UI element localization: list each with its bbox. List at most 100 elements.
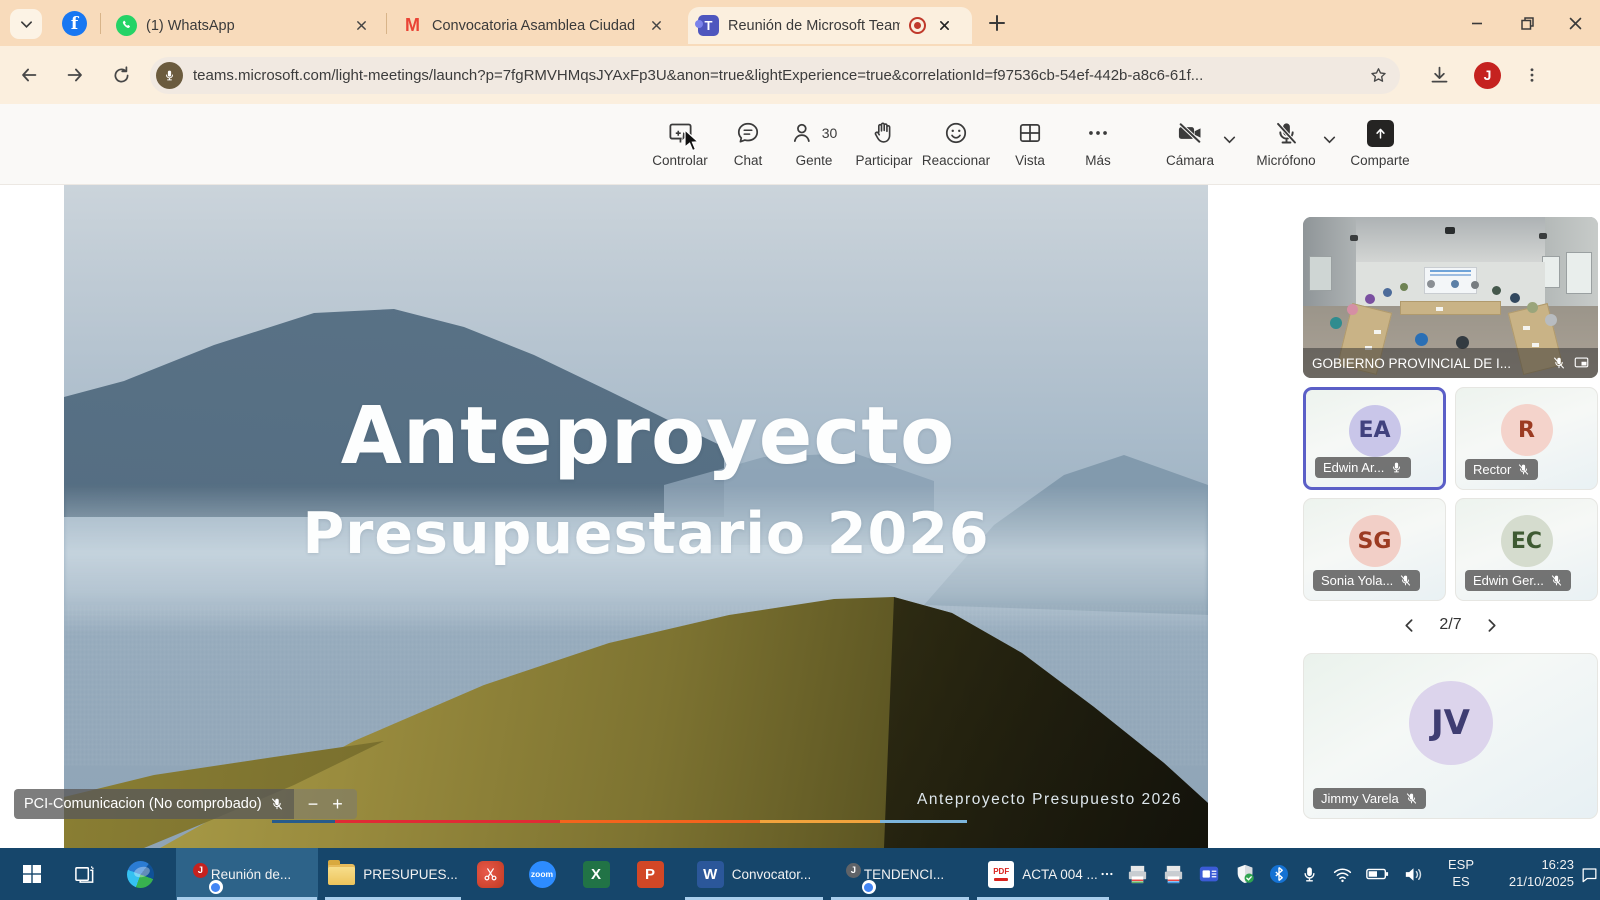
people-button[interactable]: 30 Gente	[780, 118, 848, 168]
tab-close-button[interactable]	[647, 17, 665, 35]
slide-color-bar-gold	[760, 820, 880, 823]
gmail-icon: M	[402, 15, 423, 36]
tray-app-blue[interactable]	[1192, 848, 1226, 900]
meeting-toolbar: 18:09 Controlar Chat 30 Gente Participar…	[0, 104, 1600, 185]
tray-bluetooth[interactable]	[1264, 848, 1294, 900]
edge-icon	[127, 861, 154, 888]
avatar: SG	[1349, 515, 1401, 567]
action-center-button[interactable]	[1578, 848, 1600, 900]
minimize-button[interactable]	[1454, 0, 1500, 46]
taskbar-snip-tool[interactable]	[468, 848, 512, 900]
page-previous-button[interactable]	[1402, 618, 1417, 633]
reload-button[interactable]	[98, 55, 144, 95]
camera-options-button[interactable]	[1222, 132, 1237, 152]
url-field[interactable]: teams.microsoft.com/light-meetings/launc…	[150, 57, 1400, 94]
participant-name-pill: Rector	[1465, 459, 1538, 480]
smiley-icon	[943, 120, 969, 146]
battery-icon	[1365, 862, 1389, 886]
tray-printer-1[interactable]	[1120, 848, 1154, 900]
forward-button[interactable]	[52, 55, 98, 95]
restore-button[interactable]	[1504, 0, 1550, 46]
new-tab-button[interactable]	[986, 12, 1008, 39]
participant-tile-sonia[interactable]: SG Sonia Yola...	[1303, 498, 1446, 601]
task-view-button[interactable]	[64, 848, 104, 900]
tab-whatsapp[interactable]: (1) WhatsApp	[106, 7, 380, 44]
tab-divider	[100, 13, 101, 34]
windows-logo-icon	[22, 864, 42, 884]
tray-volume[interactable]	[1396, 848, 1430, 900]
tray-mic[interactable]	[1294, 848, 1324, 900]
shared-screen: Anteproyecto Presupuestario 2026 Antepro…	[64, 185, 1208, 848]
tab-teams-active[interactable]: T Reunión de Microsoft Teams	[688, 7, 972, 44]
people-icon	[791, 120, 817, 146]
close-icon	[939, 20, 950, 31]
pdf-icon: PDF	[988, 861, 1014, 888]
tab-close-button[interactable]	[352, 17, 370, 35]
tab-gmail[interactable]: M Convocatoria Asamblea Ciudad	[392, 7, 676, 44]
bookmark-star-icon[interactable]	[1369, 66, 1388, 85]
room-video-tile[interactable]: GOBIERNO PROVINCIAL DE I...	[1303, 217, 1598, 378]
taskbar-app-pdf[interactable]: PDF ACTA 004 ...	[976, 848, 1110, 900]
browser-menu-button[interactable]	[1509, 55, 1555, 95]
react-button[interactable]: Reaccionar	[922, 118, 990, 168]
tray-defender[interactable]	[1228, 848, 1262, 900]
participant-tile-edwin-ger[interactable]: EC Edwin Ger...	[1455, 498, 1598, 601]
person	[1330, 317, 1342, 329]
taskbar-powerpoint[interactable]: P	[628, 848, 672, 900]
mic-options-button[interactable]	[1322, 132, 1337, 152]
share-button[interactable]: Comparte	[1346, 118, 1414, 168]
downloads-button[interactable]	[1416, 55, 1462, 95]
printer-icon	[1126, 863, 1149, 886]
participant-tile-edwin-ar[interactable]: EA Edwin Ar...	[1303, 387, 1446, 490]
taskbar-app-meeting[interactable]: J Reunión de...	[176, 848, 318, 900]
taskbar-app-word[interactable]: W Convocator...	[684, 848, 824, 900]
zoom-icon: zoom	[529, 861, 556, 888]
zoom-out-button[interactable]: −	[308, 795, 319, 813]
participant-tile-jimmy[interactable]: JV Jimmy Varela	[1303, 653, 1598, 819]
taskbar-edge[interactable]	[118, 848, 162, 900]
taskbar-excel[interactable]: X	[574, 848, 618, 900]
back-button[interactable]	[6, 55, 52, 95]
paper	[1532, 343, 1539, 347]
tray-battery[interactable]	[1360, 848, 1394, 900]
chat-icon	[735, 120, 761, 146]
tray-language[interactable]: ESP ES	[1438, 848, 1484, 900]
tab-search-button[interactable]	[10, 9, 42, 39]
close-icon	[356, 20, 367, 31]
browser-window: f (1) WhatsApp M Convocatoria Asamblea C…	[0, 0, 1600, 900]
camera-button[interactable]: Cámara	[1156, 118, 1224, 168]
share-zoom-controls: − +	[294, 789, 357, 819]
mic-off-icon	[1517, 463, 1530, 476]
participant-tile-rector[interactable]: R Rector	[1455, 387, 1598, 490]
raise-hand-button[interactable]: Participar	[850, 118, 918, 168]
slide-footer-text: Anteproyecto Presupuesto 2026	[917, 791, 1182, 809]
ellipsis-icon	[1100, 867, 1114, 881]
taskbar-app-chrome2[interactable]: J TENDENCI...	[830, 848, 970, 900]
tab-close-button[interactable]	[935, 17, 953, 35]
facebook-pinned-tab[interactable]: f	[62, 11, 87, 36]
more-button[interactable]: Más	[1064, 118, 1132, 168]
view-button[interactable]: Vista	[996, 118, 1064, 168]
tray-clock[interactable]: 16:23 21/10/2025	[1488, 848, 1574, 900]
tab-title: (1) WhatsApp	[146, 18, 343, 34]
taskbar-zoom[interactable]: zoom	[520, 848, 564, 900]
tray-printer-2[interactable]	[1156, 848, 1190, 900]
taskbar-app-folder[interactable]: PRESUPUES...	[324, 848, 462, 900]
site-mic-permission-icon	[156, 62, 183, 89]
mouse-cursor	[683, 129, 703, 153]
start-button[interactable]	[12, 848, 52, 900]
chat-button[interactable]: Chat	[714, 118, 782, 168]
page-next-button[interactable]	[1484, 618, 1499, 633]
tab-divider	[386, 13, 387, 34]
zoom-in-button[interactable]: +	[332, 795, 343, 813]
wifi-icon	[1332, 864, 1353, 885]
mic-on-icon	[1390, 461, 1403, 474]
mic-button[interactable]: Micrófono	[1252, 118, 1320, 168]
slide-color-bar-navy	[272, 820, 335, 823]
control-button[interactable]: Controlar	[646, 118, 714, 168]
tray-wifi[interactable]	[1326, 848, 1358, 900]
close-window-button[interactable]	[1552, 0, 1598, 46]
participant-name-pill: Edwin Ger...	[1465, 570, 1571, 591]
tray-overflow-button[interactable]	[1096, 848, 1118, 900]
profile-avatar[interactable]: J	[1474, 62, 1501, 89]
